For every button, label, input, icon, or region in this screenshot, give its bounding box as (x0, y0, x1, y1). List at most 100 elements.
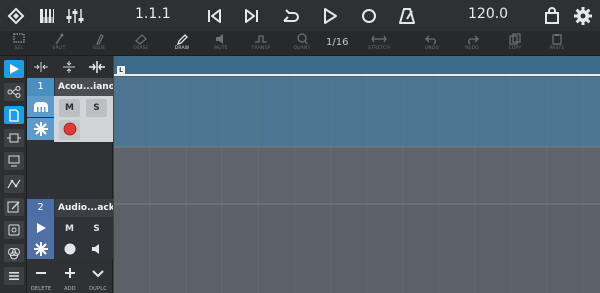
draw-icon (176, 34, 188, 45)
input-icon[interactable] (27, 118, 54, 140)
tool-label: SPLIT (52, 46, 66, 51)
instrument-icon[interactable] (27, 96, 54, 117)
track-2[interactable]: 2 Audio...ack 2 M S (27, 199, 113, 259)
tool-paste[interactable]: PASTE (540, 32, 574, 55)
tool-label: REDO (465, 46, 479, 51)
monitor-speaker-button[interactable] (86, 240, 107, 258)
audio-play-icon[interactable] (27, 217, 54, 238)
track-1-mute-button[interactable]: M (59, 99, 80, 117)
tool-transpose[interactable]: TRANSP (244, 32, 278, 55)
track-1[interactable]: 1 Acou...iano M S (27, 78, 113, 197)
timeline-ruler[interactable]: L (114, 56, 600, 76)
tool-select[interactable]: SEL (2, 32, 36, 55)
mute-icon (216, 34, 223, 44)
transport-bar: 1.1.1 120.0 (0, 0, 600, 31)
minus-icon (36, 272, 46, 274)
tool-erase[interactable]: ERASE (124, 32, 158, 55)
tempo-display[interactable]: 120.0 (468, 6, 508, 22)
tool-label: SEL (14, 46, 24, 51)
track-2-controls: M S (54, 217, 113, 259)
tool-split[interactable]: SPLIT (42, 32, 76, 55)
settings-icon[interactable] (571, 4, 595, 27)
add-label: ADD (64, 286, 76, 292)
shop-icon[interactable] (540, 4, 564, 27)
track-list: 1 Acou...iano M S 2 Audio...ack 2 M S (27, 56, 113, 293)
track-list-toolbar (27, 56, 113, 77)
record-icon[interactable] (357, 4, 381, 27)
tool-label: UNDO (424, 46, 440, 51)
plus-icon (65, 268, 75, 278)
edit-icon[interactable] (4, 198, 24, 216)
track-2-mute-button[interactable]: M (59, 220, 80, 238)
arrange-view[interactable]: L (114, 56, 600, 293)
tool-undo[interactable]: UNDO (415, 32, 449, 55)
select-icon (13, 33, 25, 43)
mix-icon[interactable] (4, 244, 24, 262)
input-icon[interactable] (27, 238, 54, 259)
quantize-value[interactable]: 1/16 (326, 37, 348, 48)
tool-stretch[interactable]: STRETCH (362, 32, 396, 55)
play-icon[interactable] (318, 4, 342, 27)
track-2-number: 2 (27, 199, 54, 217)
quantize-icon (297, 33, 308, 45)
position-display[interactable]: 1.1.1 (135, 6, 171, 22)
delete-label: DELETE (30, 286, 52, 292)
tool-quantize[interactable]: QUANT (285, 32, 319, 55)
forward-icon[interactable] (240, 4, 264, 27)
undo-icon (425, 35, 436, 45)
plugin-icon[interactable] (4, 129, 24, 147)
record-arm-icon (63, 122, 76, 136)
speaker-icon (91, 244, 99, 254)
tool-label: DRAW (174, 46, 190, 51)
record-arm-icon (64, 243, 75, 255)
tool-draw[interactable]: DRAW (165, 32, 199, 55)
tool-label: MUTE (214, 46, 228, 51)
menu-icon[interactable] (4, 267, 24, 285)
track-2-name[interactable]: Audio...ack 2 (55, 199, 113, 217)
tool-bar: SEL SPLIT GLUE ERASE DRAW MUTE TRANSP QU… (0, 31, 600, 84)
song-icon[interactable] (4, 4, 28, 27)
tool-label: QUANT (293, 46, 311, 51)
track-1-controls: M S (54, 96, 113, 142)
expand-vertical-icon[interactable] (59, 59, 79, 74)
metronome-icon[interactable] (395, 4, 419, 27)
transpose-icon (255, 35, 267, 43)
track-1-name[interactable]: Acou...iano (55, 78, 113, 96)
add-track-button[interactable]: ADD (56, 265, 84, 292)
duplicate-label: DUPLC (89, 286, 107, 292)
automation-icon[interactable] (4, 175, 24, 193)
tool-redo[interactable]: REDO (455, 32, 489, 55)
arrow-icon[interactable] (4, 60, 24, 78)
tool-copy[interactable]: COPY (498, 32, 532, 55)
clip-icon[interactable] (4, 106, 24, 124)
pianoroll-icon[interactable] (35, 4, 59, 27)
left-sidebar (0, 56, 27, 293)
tool-label: PASTE (549, 46, 565, 51)
loop-icon[interactable] (278, 4, 302, 27)
tool-mute[interactable]: MUTE (204, 32, 238, 55)
paste-icon (552, 34, 562, 45)
nodes-icon[interactable] (4, 83, 24, 101)
monitor-icon[interactable] (4, 152, 24, 170)
mixer-icon[interactable] (63, 4, 87, 27)
delete-track-button[interactable]: DELETE (27, 265, 55, 292)
fit-width-icon[interactable] (87, 59, 107, 74)
track-2-solo-button[interactable]: S (86, 220, 107, 238)
tool-label: STRETCH (368, 46, 390, 51)
track-2-record-arm-button[interactable] (59, 240, 80, 258)
copy-icon (509, 33, 521, 45)
expand-horizontal-icon[interactable] (31, 59, 51, 74)
track-1-solo-button[interactable]: S (86, 99, 107, 117)
rewind-icon[interactable] (202, 4, 226, 27)
track-1-record-arm-button[interactable] (59, 120, 80, 140)
track-actions: DELETE ADD DUPLC (27, 263, 113, 293)
tool-glue[interactable]: GLUE (82, 32, 116, 55)
erase-icon (135, 34, 147, 45)
fx-icon[interactable] (4, 221, 24, 239)
arrange-grid (114, 76, 600, 293)
chevron-down-icon (92, 270, 104, 278)
tool-label: GLUE (92, 46, 106, 51)
tool-label: COPY (508, 46, 522, 51)
redo-icon (468, 35, 479, 45)
duplicate-track-button[interactable]: DUPLC (84, 265, 112, 292)
